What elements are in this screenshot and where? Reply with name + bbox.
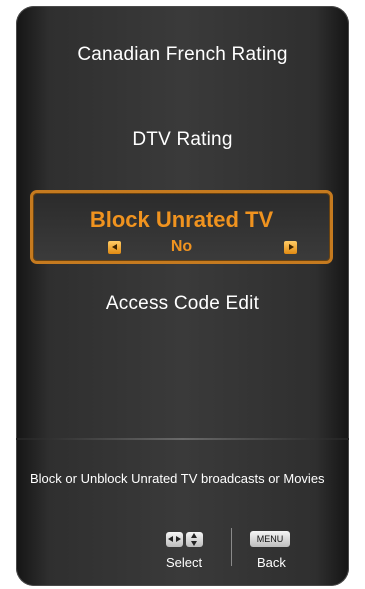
select-keys <box>166 532 206 548</box>
back-label: Back <box>257 555 286 570</box>
right-arrow-icon[interactable] <box>284 241 297 254</box>
control-separator <box>231 528 232 566</box>
value-selector: No <box>33 237 330 257</box>
block-unrated-tv-label: Block Unrated TV <box>89 207 274 232</box>
help-text: Block or Unblock Unrated TV broadcasts o… <box>30 471 325 486</box>
menu-item-access-code-edit[interactable]: Access Code Edit <box>16 293 349 315</box>
menu-item-canadian-french-rating[interactable]: Canadian French Rating <box>16 44 349 66</box>
menu-item-dtv-rating[interactable]: DTV Rating <box>16 129 349 151</box>
settings-menu: Canadian French Rating DTV Rating Block … <box>16 6 349 438</box>
control-legend: MENU Select Back <box>16 528 349 582</box>
up-down-key-icon <box>186 532 203 547</box>
select-label: Select <box>166 555 203 570</box>
help-footer: Block or Unblock Unrated TV broadcasts o… <box>16 440 349 586</box>
menu-item-block-unrated-tv[interactable]: Block Unrated TV No <box>30 190 333 264</box>
parental-controls-osd: Canadian French Rating DTV Rating Block … <box>16 6 349 586</box>
left-right-key-icon <box>166 532 183 547</box>
menu-key-icon: MENU <box>250 531 290 547</box>
